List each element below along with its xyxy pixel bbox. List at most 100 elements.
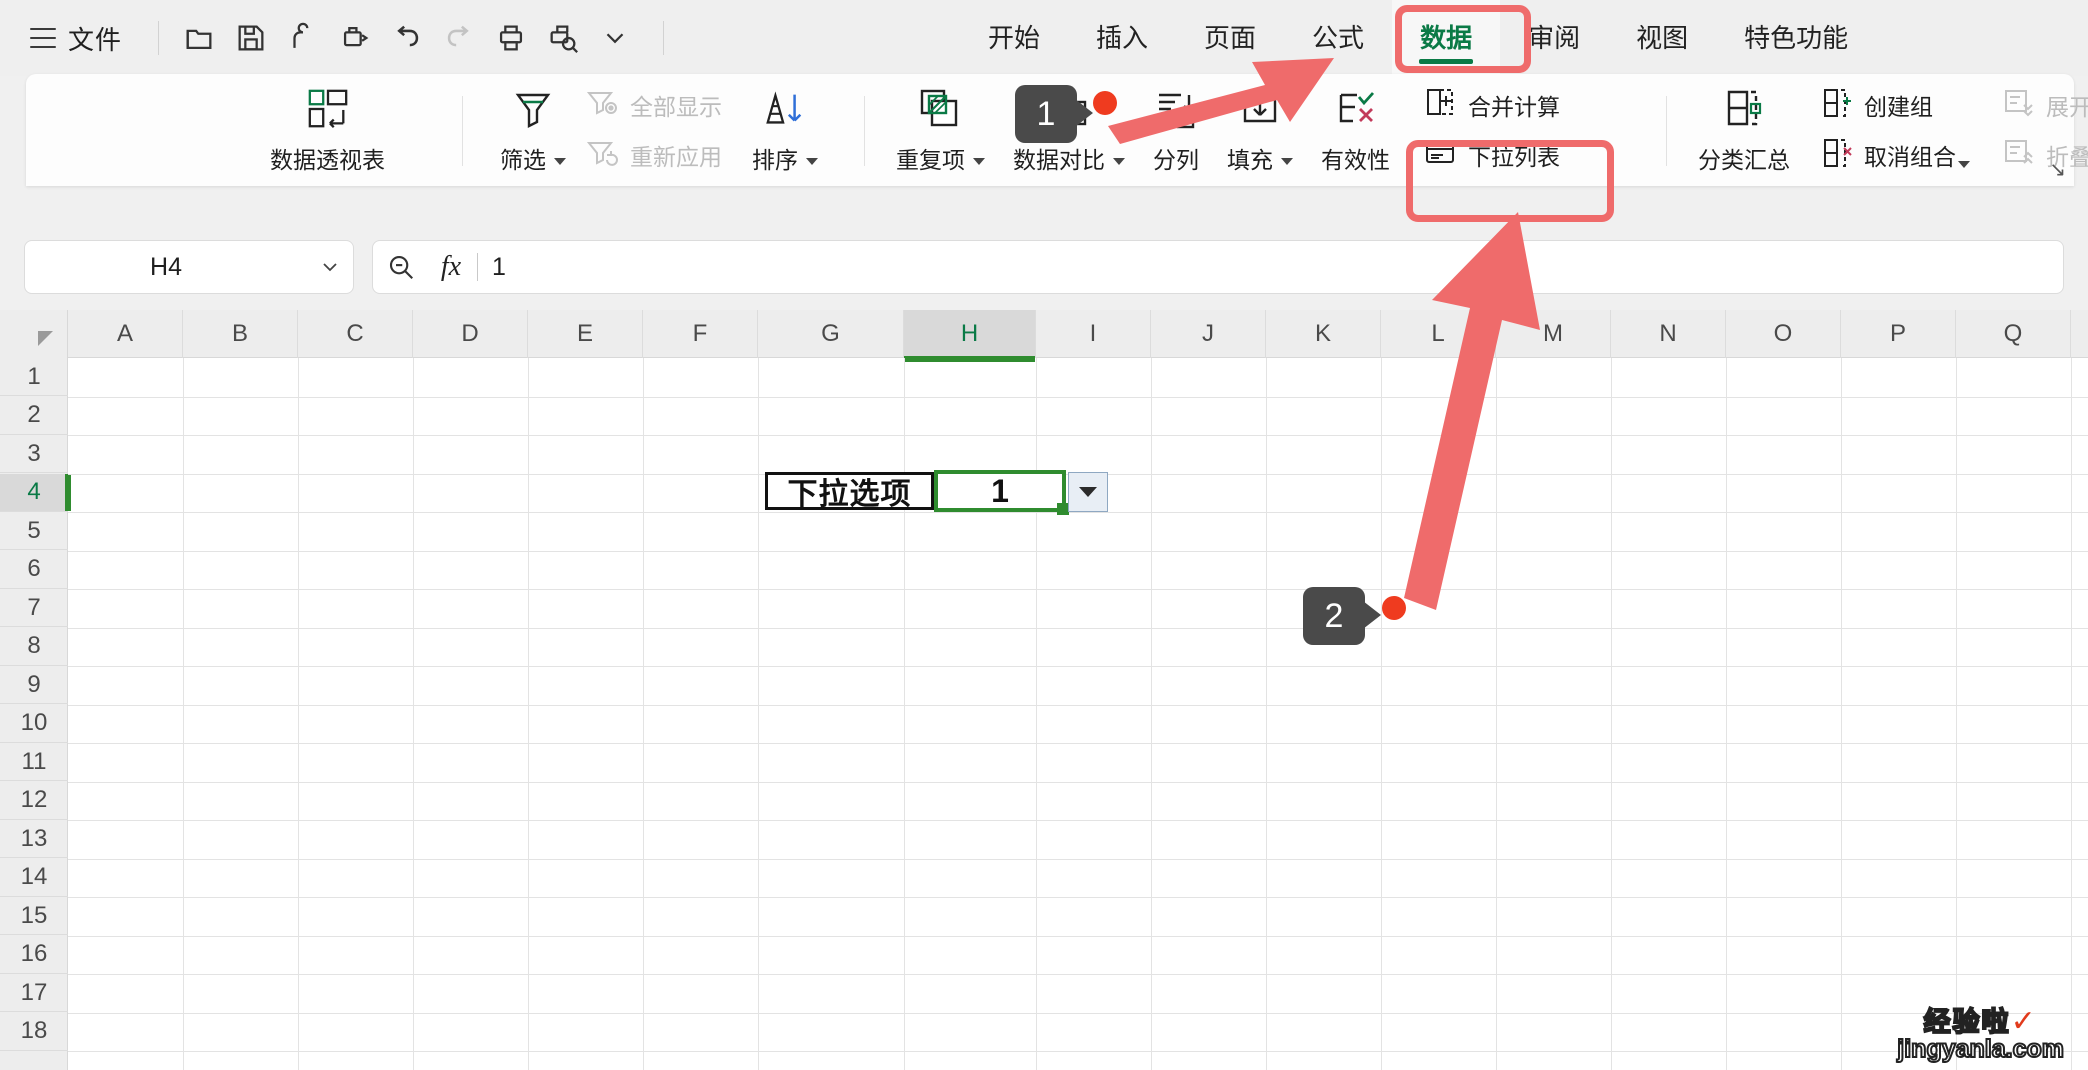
name-box[interactable]: H4 [24, 240, 354, 294]
row-header-label: 12 [20, 786, 48, 813]
tab-page[interactable]: 页面 [1176, 0, 1284, 76]
row-header-13[interactable]: 13 [0, 820, 68, 858]
name-box-value: H4 [150, 252, 182, 281]
row-header-7[interactable]: 7 [0, 589, 68, 627]
row-header-18[interactable]: 18 [0, 1013, 68, 1051]
print-icon[interactable] [485, 12, 537, 64]
row-headers: 1 2 3 4 5 6 7 8 9 10 11 12 13 14 15 16 17 18 [0, 358, 71, 1070]
row-header-4[interactable]: 4 [0, 473, 71, 512]
row-header-3[interactable]: 3 [0, 435, 68, 473]
column-header-b[interactable]: B [183, 310, 298, 358]
column-header-m[interactable]: M [1496, 310, 1611, 358]
tab-special-features[interactable]: 特色功能 [1716, 0, 1876, 76]
formula-input[interactable]: fx 1 [372, 240, 2064, 294]
column-header-a[interactable]: A [68, 310, 183, 358]
row-header-10[interactable]: 10 [0, 705, 68, 743]
chevron-down-icon[interactable] [307, 255, 353, 279]
active-cell-h4[interactable]: 1 [934, 470, 1069, 515]
chevron-down-icon[interactable] [1113, 157, 1125, 165]
print-find-icon[interactable] [537, 12, 589, 64]
merge-calc-button[interactable]: 合并计算 [1418, 83, 1566, 127]
tab-data[interactable]: 数据 [1392, 0, 1501, 76]
grid-hline [68, 589, 2088, 590]
filter-label: 筛选 [500, 141, 566, 175]
row-header-14[interactable]: 14 [0, 859, 68, 897]
row-header-12[interactable]: 12 [0, 782, 68, 820]
divider [1666, 96, 1667, 166]
cell-area[interactable]: 下拉选项 1 [68, 358, 2088, 1070]
undo-icon[interactable] [381, 12, 433, 64]
pivot-table-icon [305, 85, 351, 131]
print-preview-quick-icon[interactable] [329, 12, 381, 64]
row-header-15[interactable]: 15 [0, 897, 68, 935]
row-header-label: 17 [20, 978, 48, 1006]
column-header-g[interactable]: G [758, 310, 904, 358]
row-header-6[interactable]: 6 [0, 551, 68, 589]
chevron-down-icon[interactable] [806, 157, 818, 165]
ribbon-expand-arrow[interactable]: ↘ [2049, 157, 2066, 182]
show-all-button: 全部显示 [580, 83, 728, 127]
create-group-label: 创建组 [1864, 94, 1933, 120]
column-header-h[interactable]: H [904, 310, 1036, 362]
folder-open-icon[interactable] [173, 12, 225, 64]
column-header-k[interactable]: K [1266, 310, 1381, 358]
dropdown-list-button[interactable]: 下拉列表 [1418, 133, 1566, 177]
column-header-c[interactable]: C [298, 310, 413, 358]
column-header-p[interactable]: P [1841, 310, 1956, 358]
row-header-16[interactable]: 16 [0, 936, 68, 974]
column-header-label: D [461, 320, 479, 347]
tab-formula[interactable]: 公式 [1284, 0, 1392, 76]
chevron-down-icon[interactable] [973, 157, 985, 165]
column-header-i[interactable]: I [1036, 310, 1151, 358]
column-header-e[interactable]: E [528, 310, 643, 358]
column-header-label: K [1314, 320, 1331, 347]
validity-button[interactable]: 有效性 [1307, 78, 1404, 182]
sort-button[interactable]: 排序 [738, 78, 832, 182]
column-header-q[interactable]: Q [1956, 310, 2071, 358]
label-cell-g4[interactable]: 下拉选项 [765, 472, 934, 511]
row-header-11[interactable]: 11 [0, 743, 68, 781]
column-header-f[interactable]: F [643, 310, 758, 358]
row-header-1[interactable]: 1 [0, 358, 68, 396]
chevron-down-icon[interactable] [554, 157, 566, 165]
ribbon-group-merge-dropdown: 合并计算 下拉列表 [1418, 78, 1566, 182]
grid-hline [68, 1051, 2088, 1052]
file-menu-button[interactable]: 文件 [68, 20, 122, 57]
ungroup-label: 取消组合 [1864, 138, 1970, 172]
tab-view[interactable]: 视图 [1608, 0, 1716, 76]
row-header-label: 11 [21, 747, 47, 775]
column-header-j[interactable]: J [1151, 310, 1266, 358]
search-minus-icon[interactable] [373, 252, 429, 282]
column-header-label: N [1659, 320, 1677, 347]
save-icon[interactable] [225, 12, 277, 64]
column-header-d[interactable]: D [413, 310, 528, 358]
row-header-17[interactable]: 17 [0, 974, 68, 1012]
column-header-n[interactable]: N [1611, 310, 1726, 358]
filter-button[interactable]: 筛选 [486, 78, 580, 182]
filter-secondary-actions: 全部显示 重新应用 [580, 78, 728, 182]
row-header-8[interactable]: 8 [0, 628, 68, 666]
row-header-5[interactable]: 5 [0, 512, 68, 550]
tab-start[interactable]: 开始 [960, 0, 1068, 76]
validity-label: 有效性 [1321, 147, 1390, 173]
split-columns-button[interactable]: 分列 [1139, 78, 1213, 182]
hamburger-icon[interactable] [30, 28, 56, 48]
row-header-2[interactable]: 2 [0, 397, 68, 435]
subtotal-button[interactable]: 分类汇总 [1684, 78, 1804, 182]
ungroup-button[interactable]: 取消组合 [1814, 133, 1976, 177]
tab-insert[interactable]: 插入 [1068, 0, 1176, 76]
pivot-table-button[interactable]: 数据透视表 [256, 78, 399, 182]
cell-dropdown-button[interactable] [1068, 472, 1108, 512]
column-header-l[interactable]: L [1381, 310, 1496, 358]
duplicates-button[interactable]: 重复项 [882, 78, 999, 182]
column-header-o[interactable]: O [1726, 310, 1841, 358]
more-chevron-icon[interactable] [589, 12, 641, 64]
share-icon[interactable] [277, 12, 329, 64]
row-header-9[interactable]: 9 [0, 666, 68, 704]
select-all-corner[interactable] [0, 310, 68, 358]
create-group-button[interactable]: 创建组 [1814, 83, 1976, 127]
chevron-down-icon[interactable] [1958, 161, 1970, 168]
tab-review[interactable]: 审阅 [1500, 0, 1608, 76]
chevron-down-icon[interactable] [1281, 157, 1293, 165]
fill-button[interactable]: 填充 [1213, 78, 1307, 182]
